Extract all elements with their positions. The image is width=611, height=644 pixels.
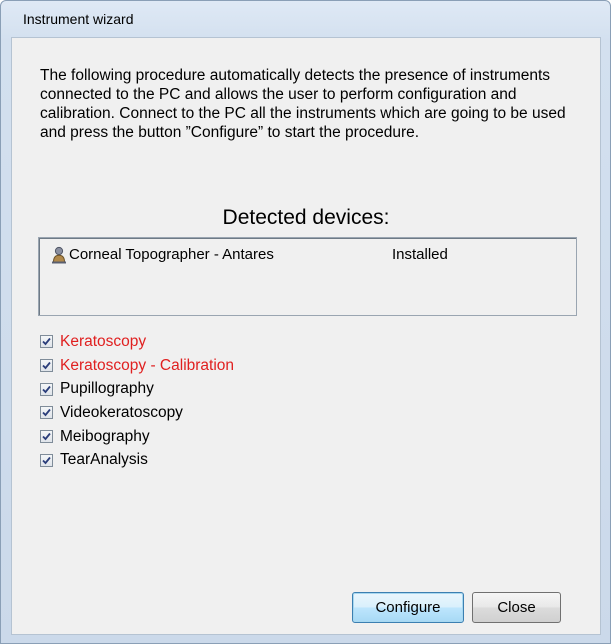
detected-devices-title: Detected devices: [222, 206, 390, 229]
procedure-label: Pupillography [60, 380, 154, 398]
device-row[interactable]: Corneal Topographer - Antares Installed [49, 245, 569, 265]
checkbox-checked-icon[interactable] [40, 406, 53, 420]
procedure-checklist: Keratoscopy Keratoscopy - Calibration Pu… [40, 330, 234, 472]
instrument-wizard-window: Instrument wizard The following procedur… [0, 0, 611, 644]
procedure-pupillography[interactable]: Pupillography [40, 377, 234, 401]
procedure-keratoscopy-calibration[interactable]: Keratoscopy - Calibration [40, 354, 234, 378]
procedure-tearanalysis[interactable]: TearAnalysis [40, 448, 234, 472]
procedure-label: Meibography [60, 427, 150, 445]
checkbox-checked-icon[interactable] [40, 359, 53, 373]
checkbox-checked-icon[interactable] [40, 382, 53, 396]
window-title: Instrument wizard [23, 11, 134, 27]
device-list[interactable]: Corneal Topographer - Antares Installed [38, 237, 577, 316]
close-button[interactable]: Close [472, 592, 561, 623]
procedure-label: Keratoscopy - Calibration [60, 356, 235, 374]
user-device-icon [51, 246, 67, 264]
title-bar[interactable]: Instrument wizard [1, 1, 610, 37]
procedure-label: Keratoscopy [60, 332, 147, 350]
procedure-videokeratoscopy[interactable]: Videokeratoscopy [40, 401, 234, 425]
procedure-label: Videokeratoscopy [60, 403, 183, 421]
checkbox-checked-icon[interactable] [40, 335, 53, 349]
checkbox-checked-icon[interactable] [40, 453, 53, 467]
device-status: Installed [392, 246, 448, 263]
description-text: The following procedure automatically de… [40, 67, 566, 141]
procedure-keratoscopy[interactable]: Keratoscopy [40, 330, 234, 354]
configure-button[interactable]: Configure [352, 592, 464, 623]
checkbox-checked-icon[interactable] [40, 430, 53, 444]
procedure-label: TearAnalysis [60, 451, 148, 469]
device-name: Corneal Topographer - Antares [69, 246, 274, 263]
procedure-meibography[interactable]: Meibography [40, 425, 234, 449]
dialog-body: The following procedure automatically de… [11, 37, 601, 635]
